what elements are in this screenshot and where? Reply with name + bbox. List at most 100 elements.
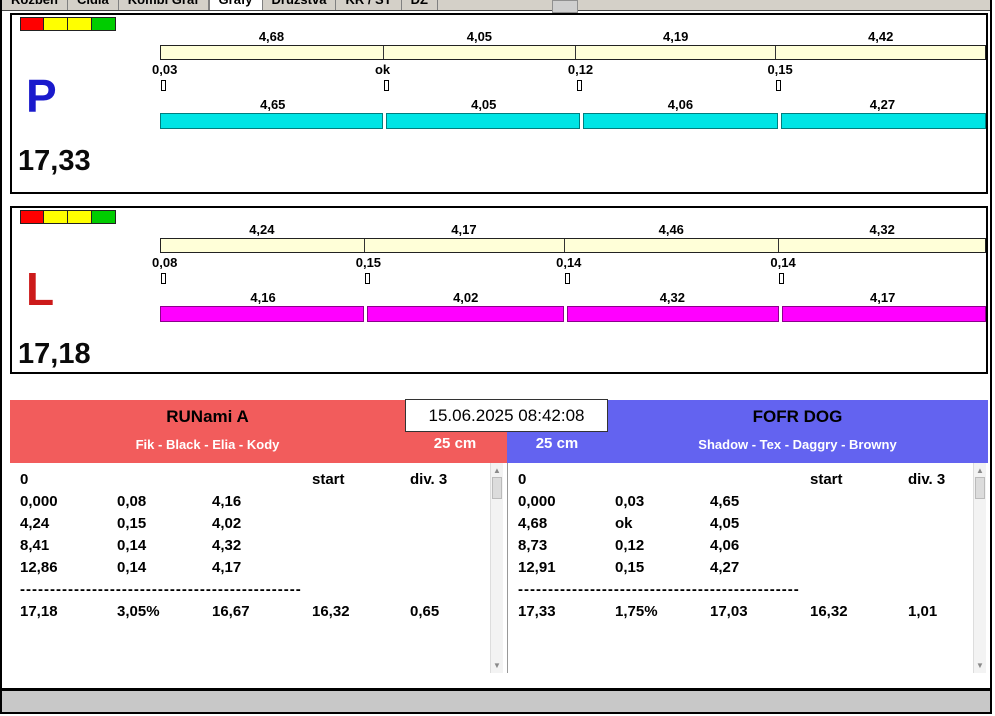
total-div: 0,65 bbox=[410, 601, 490, 623]
table-cell: 4,32 bbox=[212, 535, 312, 557]
table-cell: 4,05 bbox=[710, 513, 810, 535]
table-cell: 0,000 bbox=[518, 491, 615, 513]
split-values-row: 4,24 4,17 4,46 4,32 bbox=[160, 222, 986, 237]
dog-bar-segment bbox=[160, 306, 364, 322]
tab-kr-st[interactable]: KR / ST bbox=[336, 0, 401, 11]
table-cell: ok bbox=[615, 513, 710, 535]
dog-time-value: 4,27 bbox=[779, 97, 986, 112]
change-value: 0,14 bbox=[556, 256, 778, 270]
right-team-height: 25 cm bbox=[507, 433, 607, 455]
split-value: 4,17 bbox=[364, 222, 564, 237]
table-cell: 0,08 bbox=[117, 491, 212, 513]
tab-bar: RozbehCidlaKombi GrafGrafyDružstvaKR / S… bbox=[2, 0, 990, 11]
left-results-table: 0 start div. 3 0,000 0,08 4,16 4,24 0,15… bbox=[10, 463, 507, 673]
left-team-height: 25 cm bbox=[405, 433, 505, 455]
dog-time-value: 4,05 bbox=[386, 97, 582, 112]
tab-kombi-graf[interactable]: Kombi Graf bbox=[119, 0, 209, 11]
left-team-name: RUNami A bbox=[10, 405, 405, 429]
table-cell: 4,65 bbox=[710, 491, 810, 513]
total-start: 16,32 bbox=[810, 601, 908, 623]
start-tick-icon bbox=[577, 80, 582, 91]
light-yellow-icon bbox=[68, 17, 92, 31]
dog-values-row: 4,65 4,05 4,06 4,27 bbox=[160, 97, 986, 112]
table-cell: 0,14 bbox=[117, 557, 212, 579]
change-cell: ok bbox=[383, 63, 576, 91]
change-value: ok bbox=[375, 63, 576, 77]
start-column-header: start bbox=[810, 469, 908, 491]
scrollbar-thumb[interactable] bbox=[492, 477, 502, 499]
start-tick-icon bbox=[776, 80, 781, 91]
change-values-row: 0,08 0,15 0,14 0,14 bbox=[160, 256, 986, 284]
split-bar-segment bbox=[779, 239, 985, 252]
table-cell: 0,03 bbox=[615, 491, 710, 513]
panel-lane-p: 4,68 4,05 4,19 4,42 0,03 ok 0,12 bbox=[10, 13, 988, 194]
total-clean-time: 17,03 bbox=[710, 601, 810, 623]
dog-time-value: 4,16 bbox=[160, 290, 366, 305]
table-cell: 4,27 bbox=[710, 557, 810, 579]
left-results-grid: 0 start div. 3 0,000 0,08 4,16 4,24 0,15… bbox=[20, 469, 490, 623]
window-left-border bbox=[0, 0, 2, 714]
change-cell: 0,08 bbox=[160, 256, 364, 284]
table-cell: 0,15 bbox=[117, 513, 212, 535]
table-cell: 8,41 bbox=[20, 535, 117, 557]
split-value: 4,19 bbox=[576, 29, 776, 44]
table-cell: 0,12 bbox=[615, 535, 710, 557]
dog-bar-segment bbox=[367, 306, 564, 322]
dog-time-value: 4,02 bbox=[366, 290, 565, 305]
dog-bar-segment bbox=[386, 113, 580, 129]
split-bar-segment bbox=[565, 239, 779, 252]
dog-bar-segment bbox=[567, 306, 779, 322]
scroll-down-icon[interactable]: ▼ bbox=[491, 661, 503, 670]
table-cell: 0,000 bbox=[20, 491, 117, 513]
right-results-grid: 0 start div. 3 0,000 0,03 4,65 4,68 ok 4… bbox=[518, 469, 988, 623]
dog-bar-segment bbox=[781, 113, 986, 129]
table-cell: 4,24 bbox=[20, 513, 117, 535]
table-cell: 4,17 bbox=[212, 557, 312, 579]
tab-druzstva[interactable]: Družstva bbox=[263, 0, 337, 11]
window-bottom-strip bbox=[2, 691, 990, 712]
change-value: 0,03 bbox=[152, 63, 383, 77]
run-timestamp: 15.06.2025 08:42:08 bbox=[405, 399, 608, 432]
light-yellow-icon bbox=[68, 210, 92, 224]
lane-letter: L bbox=[26, 266, 54, 312]
light-red-icon bbox=[20, 210, 44, 224]
div-column-header: div. 3 bbox=[410, 469, 490, 491]
start-column-header: start bbox=[312, 469, 410, 491]
heat-status-lights bbox=[20, 210, 116, 224]
scrollbar-thumb[interactable] bbox=[975, 477, 985, 499]
tab-rozbeh[interactable]: Rozbeh bbox=[2, 0, 68, 11]
separator-dashes: ----------------------------------------… bbox=[518, 579, 800, 601]
left-table-scrollbar[interactable]: ▲ ▼ bbox=[490, 463, 503, 673]
heat-status-lights bbox=[20, 17, 116, 31]
start-tick-icon bbox=[779, 273, 784, 284]
right-team-name: FOFR DOG bbox=[607, 405, 988, 429]
right-table-scrollbar[interactable]: ▲ ▼ bbox=[973, 463, 986, 673]
light-yellow-icon bbox=[44, 17, 68, 31]
start-tick-icon bbox=[384, 80, 389, 91]
total-clean-time: 16,67 bbox=[212, 601, 312, 623]
table-cell: 4,68 bbox=[518, 513, 615, 535]
tab-dz[interactable]: DZ bbox=[402, 0, 438, 11]
change-cell: 0,03 bbox=[160, 63, 383, 91]
split-time-bar bbox=[160, 238, 986, 253]
scroll-down-icon[interactable]: ▼ bbox=[974, 661, 986, 670]
dog-time-bars bbox=[160, 306, 986, 322]
scrollbar-thumb-fragment[interactable] bbox=[552, 0, 578, 13]
tab-cidla[interactable]: Cidla bbox=[68, 0, 119, 11]
right-results-table: 0 start div. 3 0,000 0,03 4,65 4,68 ok 4… bbox=[507, 463, 988, 673]
table-cell: 0,14 bbox=[117, 535, 212, 557]
dog-time-bars bbox=[160, 113, 986, 129]
split-bar-segment bbox=[161, 239, 365, 252]
table-cell: 4,02 bbox=[212, 513, 312, 535]
tab-grafy[interactable]: Grafy bbox=[209, 0, 263, 11]
split-value: 4,46 bbox=[564, 222, 778, 237]
scroll-up-icon[interactable]: ▲ bbox=[491, 466, 503, 475]
light-red-icon bbox=[20, 17, 44, 31]
dog-bar-segment bbox=[160, 113, 383, 129]
total-time: 17,33 bbox=[518, 601, 615, 623]
change-value: 0,15 bbox=[767, 63, 986, 77]
split-values-row: 4,68 4,05 4,19 4,42 bbox=[160, 29, 986, 44]
start-tick-icon bbox=[365, 273, 370, 284]
scroll-up-icon[interactable]: ▲ bbox=[974, 466, 986, 475]
window-right-border bbox=[990, 0, 992, 714]
